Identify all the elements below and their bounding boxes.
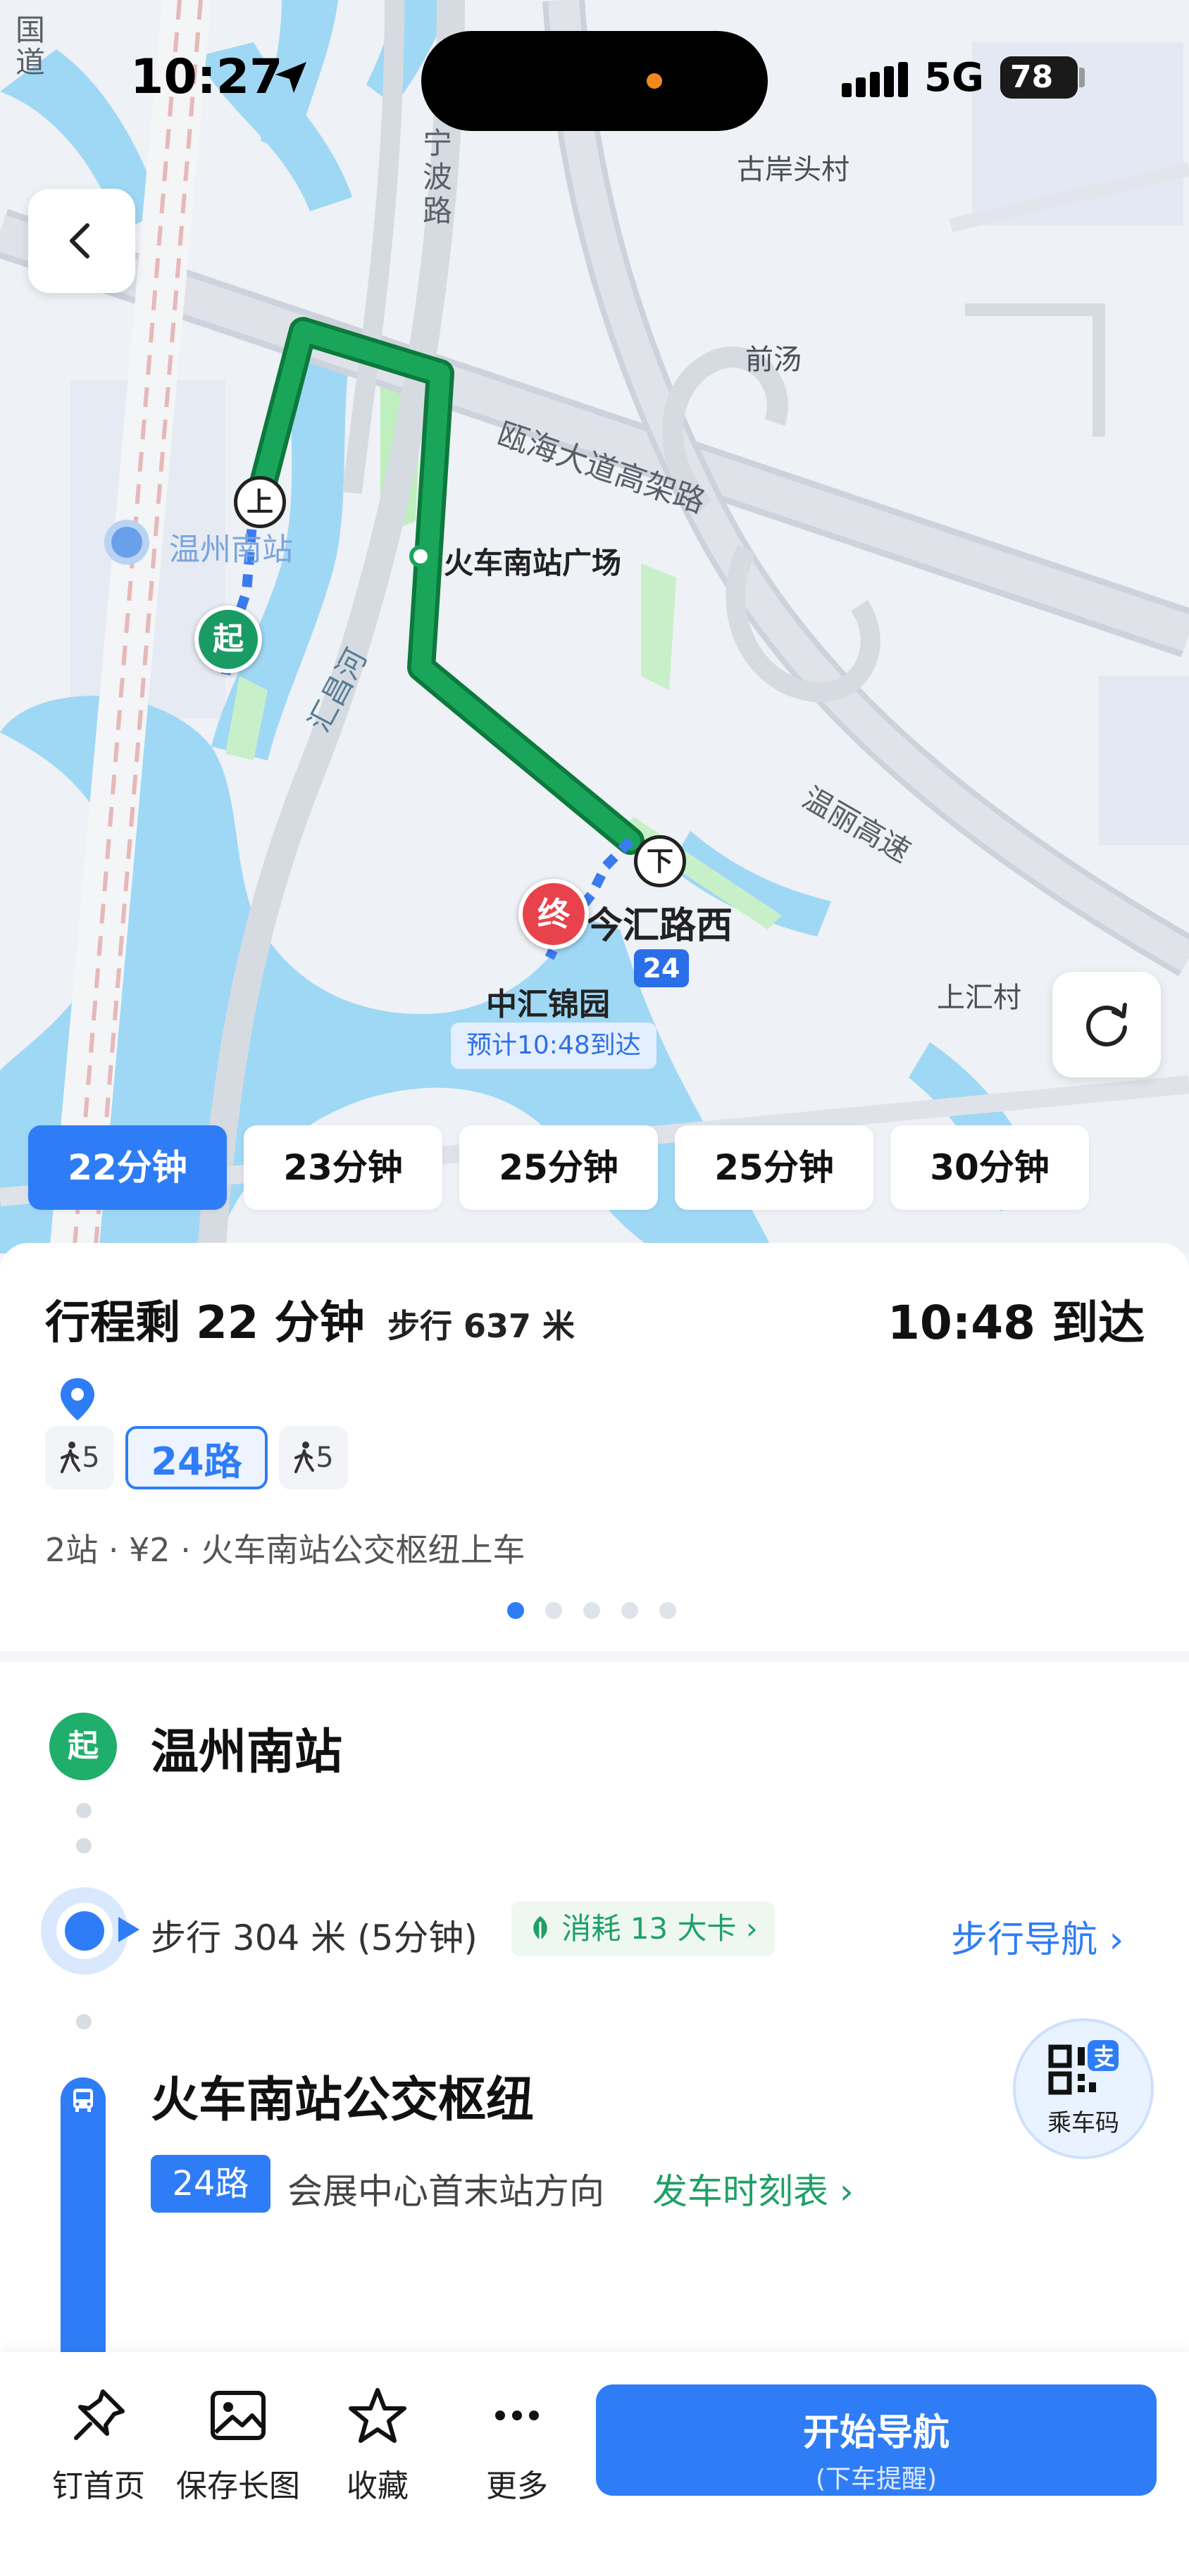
route-map[interactable]: 国道 宁波路 古岸头村 前汤 瓯海大道高架路 温州南站 火车南站广场 汇昌河 温…	[0, 0, 1189, 1253]
trip-meta: 2站 · ¥2 · 火车南站公交枢纽上车	[45, 1531, 525, 1569]
page-indicator[interactable]	[507, 1602, 697, 1622]
trip-arrival-time: 10:48 到达	[888, 1296, 1145, 1350]
walk-icon	[61, 1442, 81, 1473]
calorie-chip[interactable]: 消耗 13 大卡 ›	[511, 1901, 775, 1956]
bus-direction: 会展中心首末站方向	[287, 2171, 604, 2212]
bus-route-label[interactable]: 24路	[151, 2155, 270, 2213]
timeline-dot	[76, 1803, 92, 1818]
save-long-image-button[interactable]: 保存长图	[168, 2380, 309, 2506]
ride-code-button[interactable]: 乘车码	[1013, 2018, 1154, 2159]
walk-step-text: 步行 304 米 (5分钟)	[151, 1918, 478, 1958]
more-dots-icon	[495, 2411, 539, 2420]
trip-walk-distance: 步行 637 米	[387, 1307, 575, 1345]
map-label-shanghui-village: 上汇村	[937, 982, 1021, 1014]
alight-marker[interactable]: 下	[634, 835, 686, 887]
route-option-4[interactable]: 25分钟	[675, 1125, 873, 1210]
location-pin-icon	[61, 1378, 94, 1420]
save-long-image-label: 保存长图	[176, 2468, 300, 2504]
walk-node-icon	[41, 1887, 128, 1975]
favorite-button[interactable]: 收藏	[307, 2380, 448, 2506]
network-type: 5G	[924, 55, 984, 101]
route-option-3[interactable]: 25分钟	[459, 1125, 658, 1210]
signal-icon	[842, 62, 908, 97]
ride-code-label: 乘车码	[1047, 2108, 1119, 2137]
end-marker[interactable]: 终	[518, 879, 589, 949]
start-navigation-sublabel: (下车提醒)	[815, 2465, 938, 2494]
location-arrow-icon	[275, 62, 306, 93]
battery-level: 78	[1010, 59, 1054, 95]
image-icon	[211, 2391, 266, 2440]
bus-glyph-icon	[73, 2089, 93, 2112]
start-marker-label: 起	[213, 621, 244, 657]
route-option-2[interactable]: 23分钟	[244, 1125, 442, 1210]
recording-indicator-icon	[647, 73, 662, 89]
schedule-link[interactable]: 发车时刻表 ›	[652, 2163, 854, 2214]
board-marker-label: 上	[246, 487, 273, 518]
bus-route-chip[interactable]: 24路	[125, 1426, 268, 1489]
page-dot	[621, 1602, 638, 1619]
start-marker[interactable]: 起	[194, 606, 262, 673]
page-dot	[583, 1602, 600, 1619]
favorite-label: 收藏	[347, 2468, 409, 2504]
page-dot	[507, 1602, 524, 1619]
start-station-name[interactable]: 温州南站	[151, 1713, 342, 1782]
walk-after-minutes: 5	[316, 1442, 334, 1474]
trip-summary-card[interactable]: 行程剩 22 分钟 步行 637 米 10:48 到达 5 24路 5 2站 ·…	[0, 1243, 1189, 1651]
leaf-icon	[533, 1916, 547, 1942]
walk-icon	[294, 1442, 315, 1473]
start-navigation-label: 开始导航	[802, 2412, 950, 2454]
pin-icon	[74, 2389, 125, 2440]
more-label: 更多	[486, 2468, 548, 2504]
map-label-wenzhou-south-station: 温州南站	[169, 532, 293, 568]
map-route-badge[interactable]: 24	[634, 949, 689, 987]
dynamic-island	[421, 31, 768, 131]
map-label-zhonghui-jinyuan: 中汇锦园	[486, 987, 610, 1023]
page-dot	[545, 1602, 562, 1619]
bus-icon	[61, 2077, 106, 2122]
more-button[interactable]: 更多	[447, 2380, 587, 2506]
calorie-text: 消耗 13 大卡 ›	[561, 1911, 758, 1946]
timeline-dot	[76, 1838, 92, 1853]
boarding-station-name[interactable]: 火车南站公交枢纽	[151, 2061, 534, 2130]
map-label-jinhui-road-west: 今汇路西	[586, 905, 733, 947]
star-icon	[349, 2388, 406, 2443]
map-eta-tag: 预计10:48到达	[451, 1023, 656, 1069]
bottom-action-bar: 钉首页 保存长图 收藏 更多 开始导航 (下车提醒)	[0, 2352, 1189, 2576]
status-time: 10:27	[130, 49, 283, 105]
map-label-qiantang: 前汤	[745, 344, 802, 376]
pin-to-home-button[interactable]: 钉首页	[28, 2380, 169, 2506]
route-option-1[interactable]: 22分钟	[28, 1125, 227, 1210]
trip-detail-card: 起 温州南站 步行 304 米 (5分钟) 消耗 13 大卡 › 步行导航 › …	[0, 1662, 1189, 2352]
end-marker-label: 终	[537, 895, 570, 933]
map-label-station-plaza: 火车南站广场	[444, 546, 622, 580]
battery-tip	[1079, 68, 1085, 87]
page-dot	[659, 1602, 676, 1619]
pin-to-home-label: 钉首页	[52, 2468, 145, 2504]
battery-icon: 78	[1000, 56, 1078, 99]
back-button[interactable]	[28, 189, 135, 293]
qr-code-icon	[1048, 2039, 1119, 2094]
walk-before-minutes: 5	[82, 1442, 100, 1474]
alight-marker-label: 下	[646, 846, 673, 877]
walk-segment-chip: 5	[279, 1426, 348, 1489]
route-option-5[interactable]: 30分钟	[890, 1125, 1089, 1210]
board-marker[interactable]: 上	[234, 476, 286, 528]
refresh-button[interactable]	[1052, 972, 1161, 1077]
start-navigation-button[interactable]: 开始导航 (下车提醒)	[596, 2384, 1157, 2496]
timeline-dot	[76, 2014, 92, 2030]
walk-navigation-link[interactable]: 步行导航 ›	[951, 1910, 1123, 1963]
chevron-left-icon	[70, 223, 89, 258]
route-options: 22分钟 23分钟 25分钟 25分钟 30分钟	[28, 1125, 1162, 1210]
walk-segment-chip: 5	[45, 1426, 114, 1489]
start-badge: 起	[49, 1713, 117, 1780]
refresh-icon	[1086, 1003, 1127, 1046]
walk-direction-icon	[118, 1917, 139, 1942]
status-bar: 10:27 5G 78	[0, 0, 1189, 162]
trip-remaining-time: 行程剩 22 分钟	[45, 1297, 365, 1349]
